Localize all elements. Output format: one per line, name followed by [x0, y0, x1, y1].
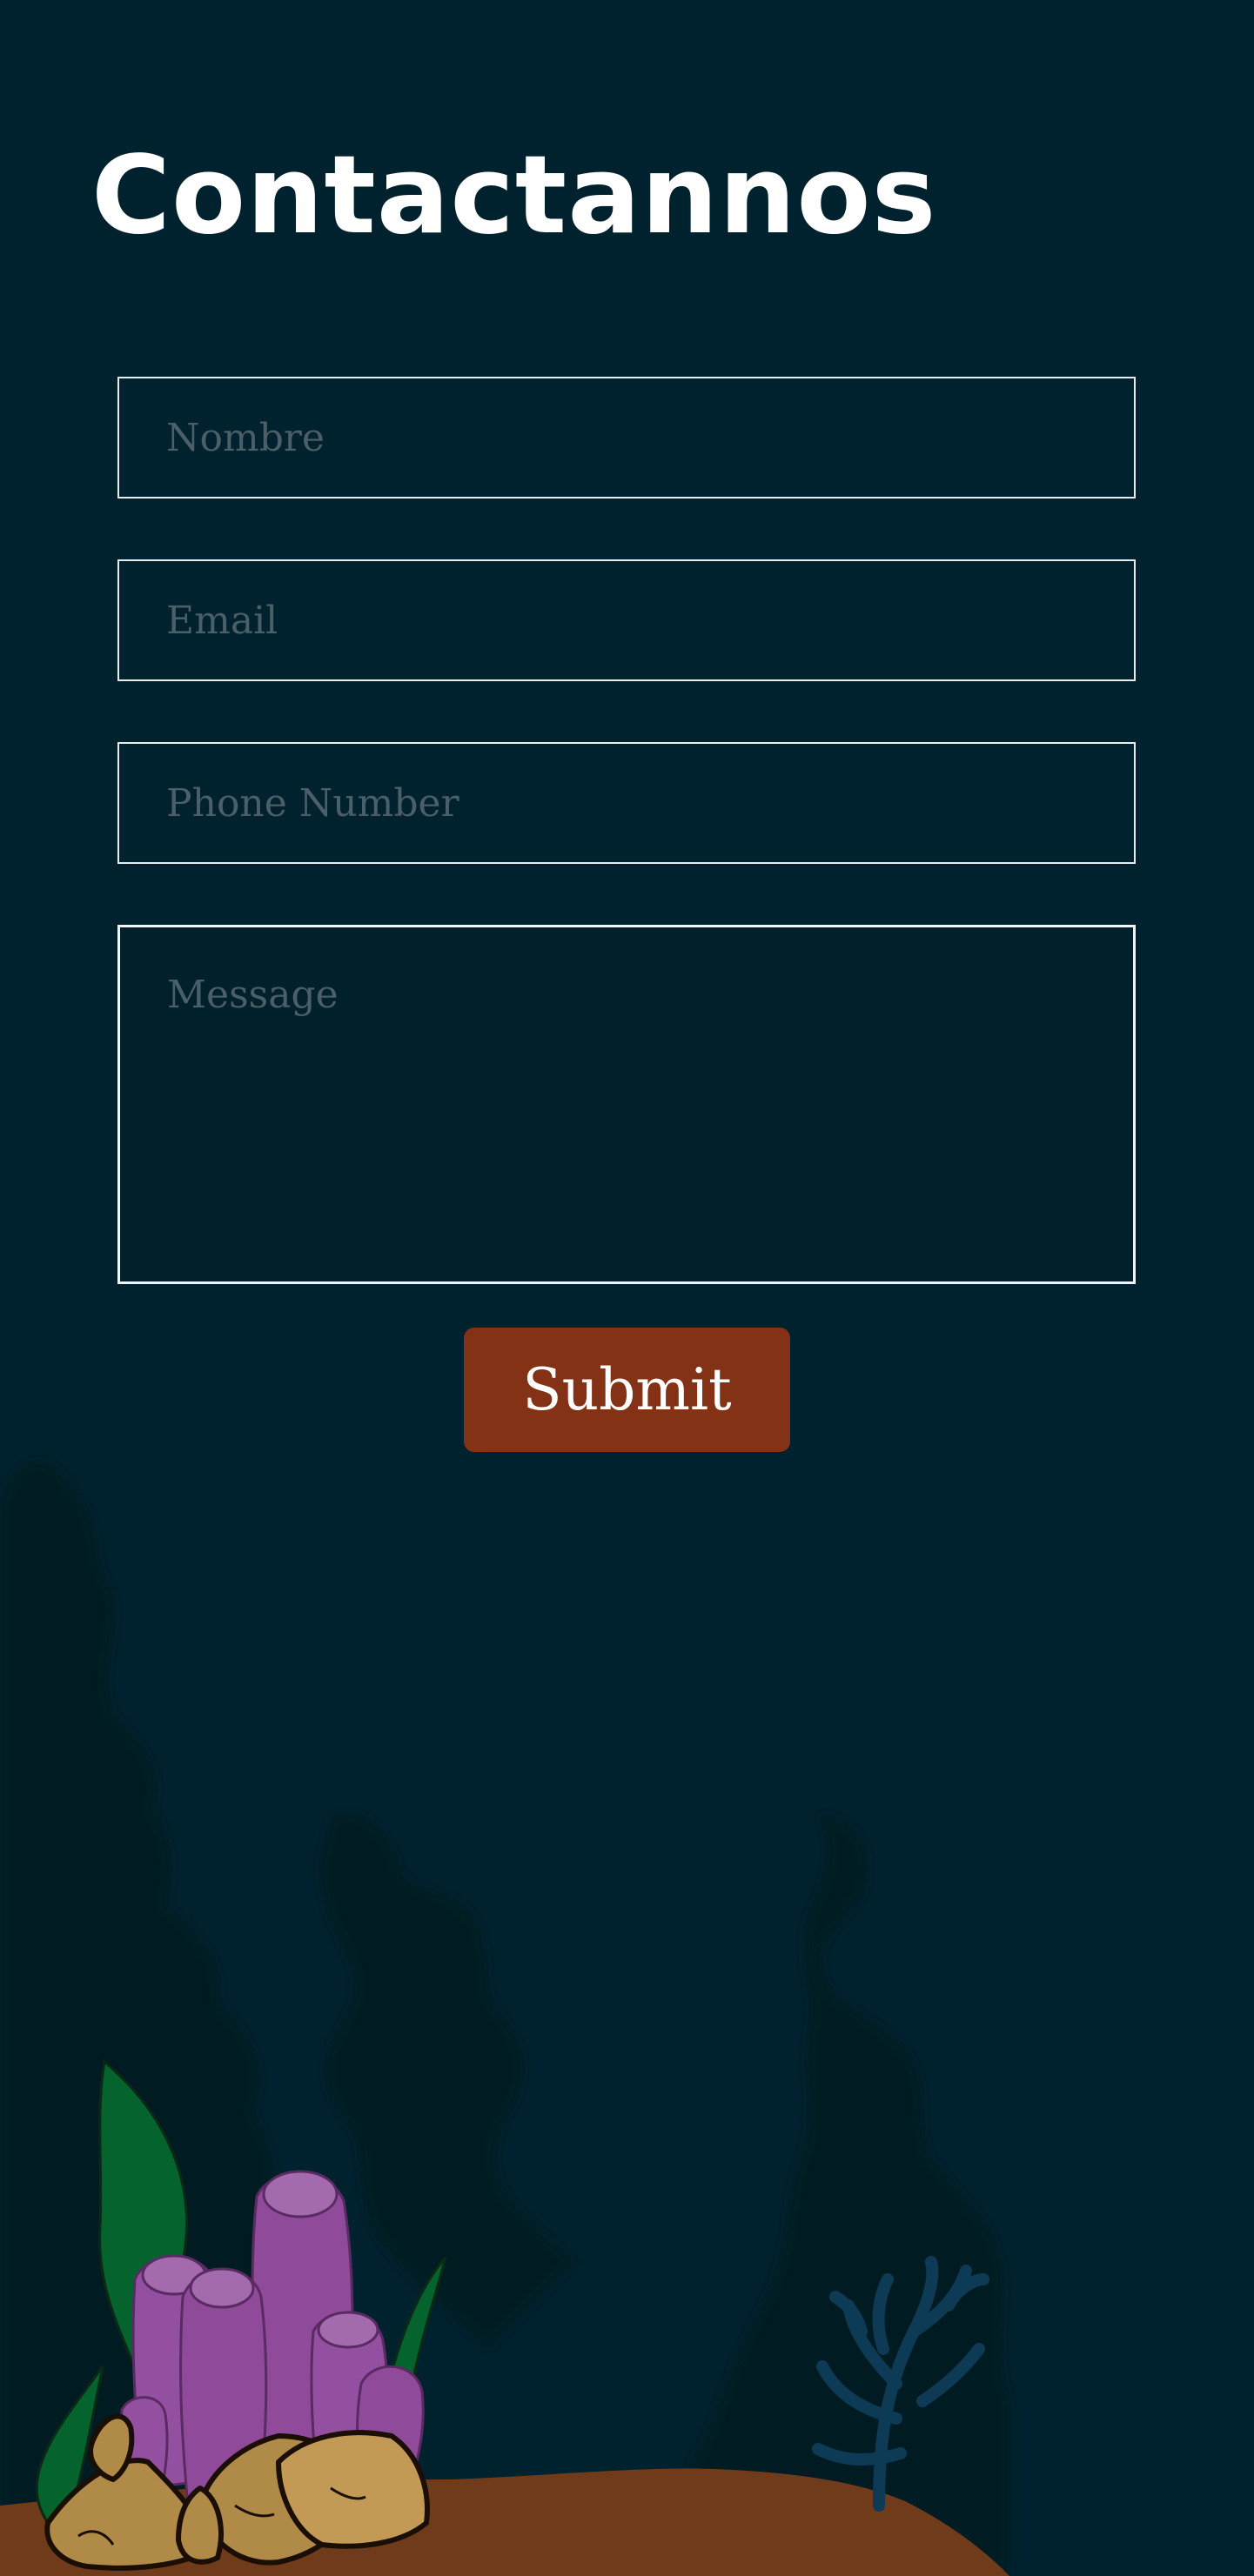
email-field[interactable]	[117, 559, 1136, 681]
name-field[interactable]	[117, 377, 1136, 498]
contact-form: Submit	[0, 0, 1254, 1479]
phone-number-field[interactable]	[117, 742, 1136, 864]
submit-button[interactable]: Submit	[464, 1328, 790, 1452]
message-field[interactable]	[117, 925, 1136, 1284]
contact-page: Contactannos Submit	[0, 0, 1254, 2576]
